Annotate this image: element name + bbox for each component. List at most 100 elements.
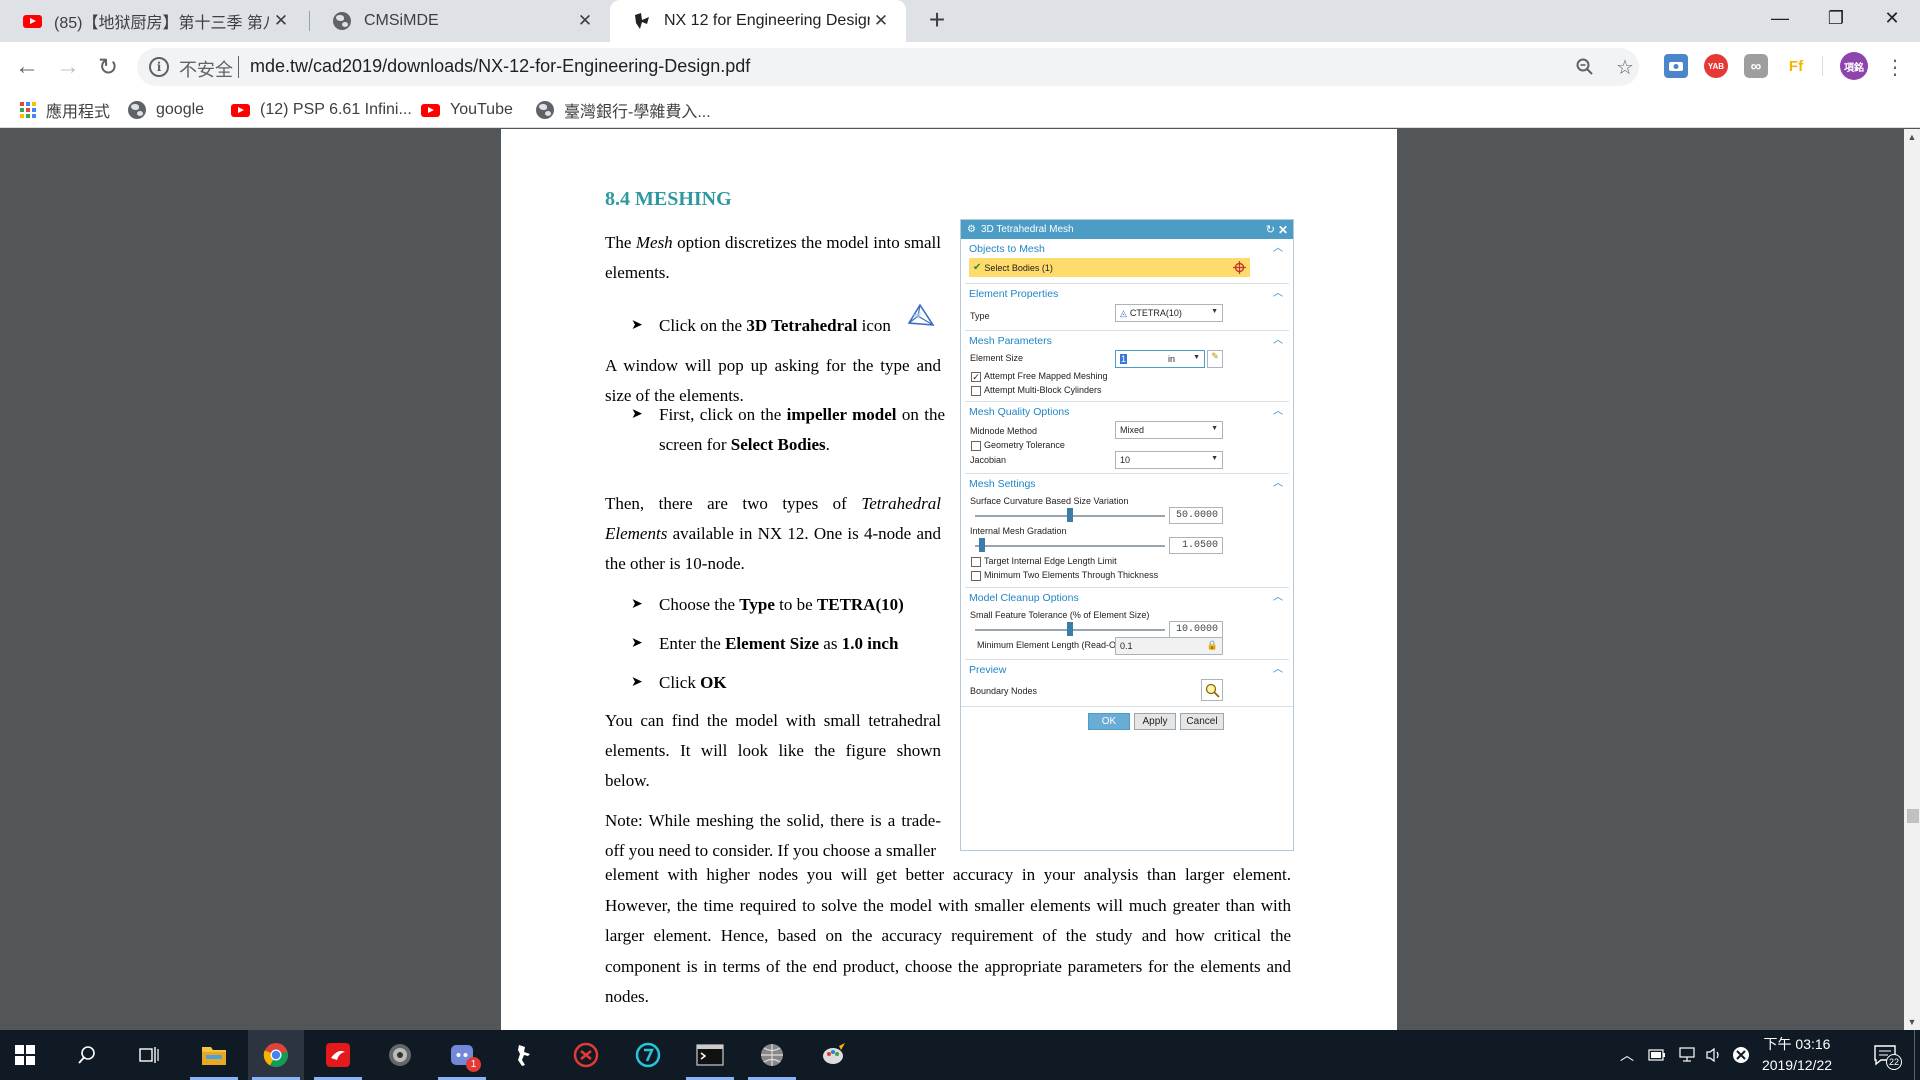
tab-hells-kitchen[interactable]: (85)【地狱厨房】第十三季 第八集 ✕	[0, 0, 306, 42]
section-objects-to-mesh: Objects to Mesh ︿	[965, 239, 1289, 259]
target-edge-label: Target Internal Edge Length Limit	[984, 556, 1117, 566]
terminal-icon[interactable]	[682, 1030, 738, 1080]
garena-icon[interactable]	[310, 1030, 366, 1080]
paint-app-icon[interactable]	[806, 1030, 862, 1080]
apply-button: Apply	[1134, 713, 1176, 730]
url-text[interactable]: mde.tw/cad2019/downloads/NX-12-for-Engin…	[250, 56, 750, 77]
footer-divider	[961, 706, 1293, 707]
security-label: 不安全	[179, 60, 233, 80]
chrome-icon[interactable]	[248, 1030, 304, 1080]
zoom-icon[interactable]	[1574, 56, 1596, 78]
yab-extension-icon[interactable]: YAB	[1704, 54, 1728, 78]
reload-button[interactable]: ↻	[92, 51, 124, 83]
ime-icon[interactable]	[1730, 1042, 1752, 1068]
cancel-button: Cancel	[1180, 713, 1224, 730]
star-icon[interactable]: ☆	[1614, 56, 1636, 79]
collapse-icon: ︿	[1273, 664, 1283, 675]
youtube-icon	[421, 103, 440, 117]
camera-extension-icon[interactable]	[1664, 54, 1688, 78]
app-red-icon[interactable]	[558, 1030, 614, 1080]
collapse-icon: ︿	[1273, 478, 1283, 489]
url-divider	[238, 56, 239, 78]
address-bar[interactable]: i 不安全 mde.tw/cad2019/downloads/NX-12-for…	[137, 48, 1639, 86]
sphere-app-icon[interactable]	[744, 1030, 800, 1080]
search-icon[interactable]	[62, 1030, 112, 1080]
crosshair-icon	[1229, 258, 1250, 277]
tab-title: NX 12 for Engineering Design	[664, 12, 870, 29]
section-mesh-quality: Mesh Quality Options ︿	[965, 401, 1289, 421]
apps-grid-icon	[20, 102, 36, 118]
bookmark-apps[interactable]: 應用程式	[20, 96, 110, 124]
new-tab-button[interactable]: +	[922, 6, 952, 36]
surface-curvature-value: 50.0000	[1169, 507, 1223, 524]
info-icon[interactable]: i	[149, 57, 169, 77]
counter-strike-icon[interactable]	[496, 1030, 552, 1080]
arrow-bullet-icon: ➤	[631, 675, 643, 690]
min-length-label: Minimum Element Length (Read-Only)	[977, 640, 1131, 650]
intro-paragraph: The Mesh option discretizes the model in…	[605, 233, 941, 282]
collapse-icon: ︿	[1273, 592, 1283, 603]
taskbar-clock[interactable]: 下午 03:16 2019/12/22	[1752, 1034, 1842, 1076]
close-window-button[interactable]: ✕	[1864, 0, 1920, 36]
arrow-bullet-icon: ➤	[631, 597, 643, 612]
bookmark-google[interactable]: google	[128, 96, 204, 124]
file-explorer-icon[interactable]	[186, 1030, 242, 1080]
tab-cmsimde[interactable]: CMSiMDE ✕	[310, 0, 610, 42]
scroll-thumb[interactable]	[1907, 809, 1919, 823]
link-extension-icon[interactable]: ∞	[1744, 54, 1768, 78]
show-hidden-icons-icon[interactable]: ︿	[1616, 1042, 1638, 1068]
volume-icon[interactable]	[1703, 1042, 1725, 1068]
forward-button[interactable]: →	[52, 51, 84, 83]
bookmark-bank[interactable]: 臺灣銀行-學雜費入...	[536, 96, 711, 124]
section-mesh-settings: Mesh Settings ︿	[965, 473, 1289, 493]
arrow-bullet-icon: ➤	[631, 318, 643, 333]
close-tab-icon[interactable]: ✕	[270, 10, 292, 32]
windows-start-icon[interactable]	[0, 1030, 50, 1080]
battery-icon[interactable]	[1646, 1042, 1668, 1068]
bookmark-psp[interactable]: (12) PSP 6.61 Infini...	[231, 96, 412, 124]
section-heading: 8.4 MESHING	[605, 188, 732, 210]
browser-toolbar: ← → ↻ i 不安全 mde.tw/cad2019/downloads/NX-…	[0, 42, 1920, 92]
select-bodies-row: ✔ Select Bodies (1)	[969, 258, 1229, 277]
collapse-icon: ︿	[1273, 288, 1283, 299]
lock-icon: 🔒	[1206, 640, 1218, 650]
close-tab-icon[interactable]: ✕	[870, 10, 892, 32]
profile-avatar[interactable]: 項銘	[1840, 52, 1868, 80]
element-size-label: Element Size	[970, 353, 1024, 363]
game-app-icon[interactable]	[372, 1030, 428, 1080]
ff-extension-icon[interactable]: Ff	[1784, 54, 1808, 78]
close-tab-icon[interactable]: ✕	[574, 10, 596, 32]
chevron-down-icon: ▼	[1193, 354, 1200, 361]
back-button[interactable]: ←	[11, 51, 43, 83]
discord-icon[interactable]: 1	[434, 1030, 490, 1080]
vertical-scrollbar[interactable]: ▲ ▼	[1904, 129, 1920, 1030]
minimize-button[interactable]: —	[1752, 0, 1808, 36]
reset-icon: ↻	[1265, 224, 1275, 236]
notification-center-icon[interactable]: 22	[1868, 1038, 1902, 1072]
pdf-viewer[interactable]: 8.4 MESHING The Mesh option discretizes …	[0, 129, 1904, 1030]
pdf-page: 8.4 MESHING The Mesh option discretizes …	[501, 129, 1397, 1030]
scroll-down-icon[interactable]: ▼	[1904, 1014, 1920, 1030]
show-desktop-button[interactable]	[1914, 1030, 1915, 1080]
app-teal-icon[interactable]	[620, 1030, 676, 1080]
scroll-up-icon[interactable]: ▲	[1904, 129, 1920, 145]
min-two-elements-checkbox	[971, 571, 981, 581]
menu-icon[interactable]: ⋮	[1879, 51, 1911, 83]
black-white-icon	[632, 11, 652, 31]
tetrahedral-icon	[906, 303, 936, 334]
tab-strip: (85)【地狱厨房】第十三季 第八集 ✕ CMSiMDE ✕ NX 12 for…	[0, 0, 1920, 42]
tab-title: CMSiMDE	[364, 12, 439, 29]
tab-nx12[interactable]: NX 12 for Engineering Design ✕	[610, 0, 906, 42]
jacobian-select: 10 ▼	[1115, 451, 1223, 469]
small-feature-value: 10.0000	[1169, 621, 1223, 638]
notification-count: 22	[1886, 1054, 1902, 1070]
task-view-icon[interactable]	[124, 1030, 174, 1080]
maximize-button[interactable]: ❐	[1808, 0, 1864, 36]
network-icon[interactable]	[1676, 1042, 1698, 1068]
min-two-elements-label: Minimum Two Elements Through Thickness	[984, 570, 1159, 580]
bookmark-youtube[interactable]: YouTube	[421, 96, 513, 124]
collapse-icon: ︿	[1273, 406, 1283, 417]
gradation-label: Internal Mesh Gradation	[970, 526, 1067, 536]
gear-icon: ⚙	[967, 224, 976, 235]
globe-icon	[128, 101, 146, 119]
